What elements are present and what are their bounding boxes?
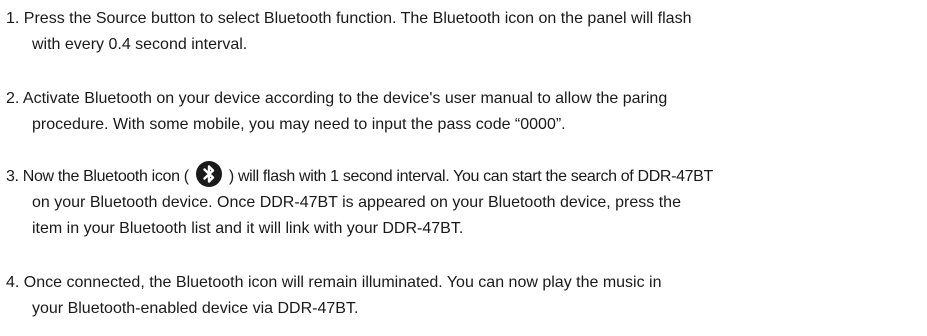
step-1-line-1: 1. Press the Source button to select Blu… <box>6 6 920 32</box>
step-1: 1. Press the Source button to select Blu… <box>6 6 920 58</box>
step-4-line-1: 4. Once connected, the Bluetooth icon wi… <box>6 270 920 296</box>
step-4-number: 4. <box>6 274 20 291</box>
step-3-text-line-2: on your Bluetooth device. Once DDR-47BT … <box>32 194 681 211</box>
step-2: 2. Activate Bluetooth on your device acc… <box>6 86 920 138</box>
step-1-text-line-1: Press the Source button to select Blueto… <box>23 10 692 27</box>
step-3-line-1: 3. Now the Bluetooth icon ( ) will flash… <box>6 160 920 190</box>
bluetooth-icon <box>195 160 222 187</box>
step-4-text-line-2: your Bluetooth-enabled device via DDR-47… <box>32 300 359 317</box>
step-4-text-line-1: Once connected, the Bluetooth icon will … <box>23 274 662 291</box>
step-1-number: 1. <box>6 10 20 27</box>
step-2-text-line-2: procedure. With some mobile, you may nee… <box>32 116 566 133</box>
step-2-number: 2. <box>6 90 20 107</box>
step-1-text-line-2: with every 0.4 second interval. <box>32 36 248 53</box>
step-3-text-line-3: item in your Bluetooth list and it will … <box>32 220 464 237</box>
step-3-text-after-icon: ) will flash with 1 second interval. You… <box>228 168 713 185</box>
step-3-number: 3. <box>6 168 19 185</box>
step-3-text-before-icon: Now the Bluetooth icon ( <box>22 168 189 185</box>
step-2-text-line-1: Activate Bluetooth on your device accord… <box>22 90 668 107</box>
step-3: 3. Now the Bluetooth icon ( ) will flash… <box>6 160 920 242</box>
step-2-line-1: 2. Activate Bluetooth on your device acc… <box>6 86 920 112</box>
step-4: 4. Once connected, the Bluetooth icon wi… <box>6 270 920 322</box>
